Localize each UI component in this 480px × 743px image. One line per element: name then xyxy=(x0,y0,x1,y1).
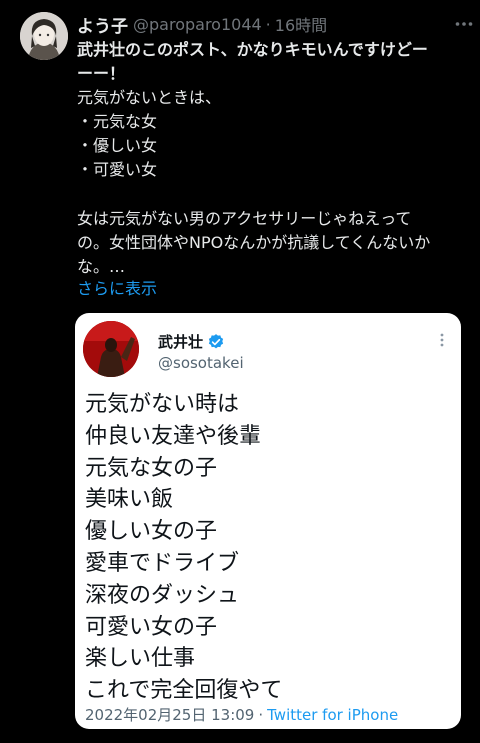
tweet-line: ・優しい女 xyxy=(77,136,158,156)
quoted-line: 元気な女の子 xyxy=(85,455,218,481)
quoted-line: 仲良い友達や後輩 xyxy=(85,423,262,449)
author-name[interactable]: よう子 xyxy=(77,12,128,37)
quoted-line: 楽しい仕事 xyxy=(85,646,196,672)
tweet-line: ・可愛い女 xyxy=(77,160,158,180)
tweet-line: 元気がないときは、 xyxy=(77,88,222,108)
tweet-line: ・元気な女 xyxy=(77,112,158,132)
quoted-line: 可愛い女の子 xyxy=(85,614,218,640)
more-vertical-icon[interactable] xyxy=(433,331,451,349)
quoted-line: 元気がない時は xyxy=(85,392,240,417)
author-handle[interactable]: @paroparo1044 xyxy=(133,15,262,34)
show-more-link[interactable]: さらに表示 xyxy=(77,275,157,299)
quoted-line: 深夜のダッシュ xyxy=(85,582,240,608)
quoted-tweet-card[interactable]: 武井壮 @sosotakei 元気がない時は 仲良い友達や後輩 元気な女の子 美… xyxy=(75,313,461,729)
quoted-tweet-footer: 2022年02月25日 13:09 · Twitter for iPhone xyxy=(85,704,398,725)
footer-separator: · xyxy=(258,706,264,724)
tweet-timestamp[interactable]: 16時間 xyxy=(275,12,327,36)
quoted-line: 愛車でドライブ xyxy=(85,550,240,576)
tweet-line: の。女性団体やNPOなんかが抗議してくんないか xyxy=(77,232,431,252)
tweet-text: 武井壮のこのポスト、かなりキモいんですけどー ーー！ 元気がないときは、 ・元気… xyxy=(77,38,467,279)
quoted-author-handle[interactable]: @sosotakei xyxy=(158,354,244,372)
tweet-line: 女は元気がない男のアクセサリーじゃねえって xyxy=(77,208,412,228)
tweet-line: ーー！ xyxy=(77,64,126,84)
tweet-line xyxy=(77,183,467,207)
quoted-line: 優しい女の子 xyxy=(85,519,218,545)
quoted-line: 美味い飯 xyxy=(85,487,174,513)
quoted-author-avatar[interactable] xyxy=(83,321,139,377)
quoted-source-link[interactable]: Twitter for iPhone xyxy=(267,706,398,724)
author-avatar[interactable] xyxy=(20,12,68,60)
tweet-header: よう子 @paroparo1044 · 16時間 xyxy=(77,12,327,37)
quoted-author-name-row: 武井壮 xyxy=(158,331,225,352)
quoted-timestamp[interactable]: 2022年02月25日 13:09 xyxy=(85,706,254,724)
verified-badge-icon xyxy=(208,333,224,348)
quoted-tweet-text: 元気がない時は 仲良い友達や後輩 元気な女の子 美味い飯 優しい女の子 愛車でド… xyxy=(85,389,282,707)
quoted-author-name[interactable]: 武井壮 xyxy=(158,331,203,352)
more-horizontal-icon[interactable] xyxy=(452,12,476,36)
tweet-line: 武井壮のこのポスト、かなりキモいんですけどー xyxy=(77,40,428,59)
header-separator: · xyxy=(265,14,271,34)
quoted-line: これで完全回復やて xyxy=(85,678,283,704)
